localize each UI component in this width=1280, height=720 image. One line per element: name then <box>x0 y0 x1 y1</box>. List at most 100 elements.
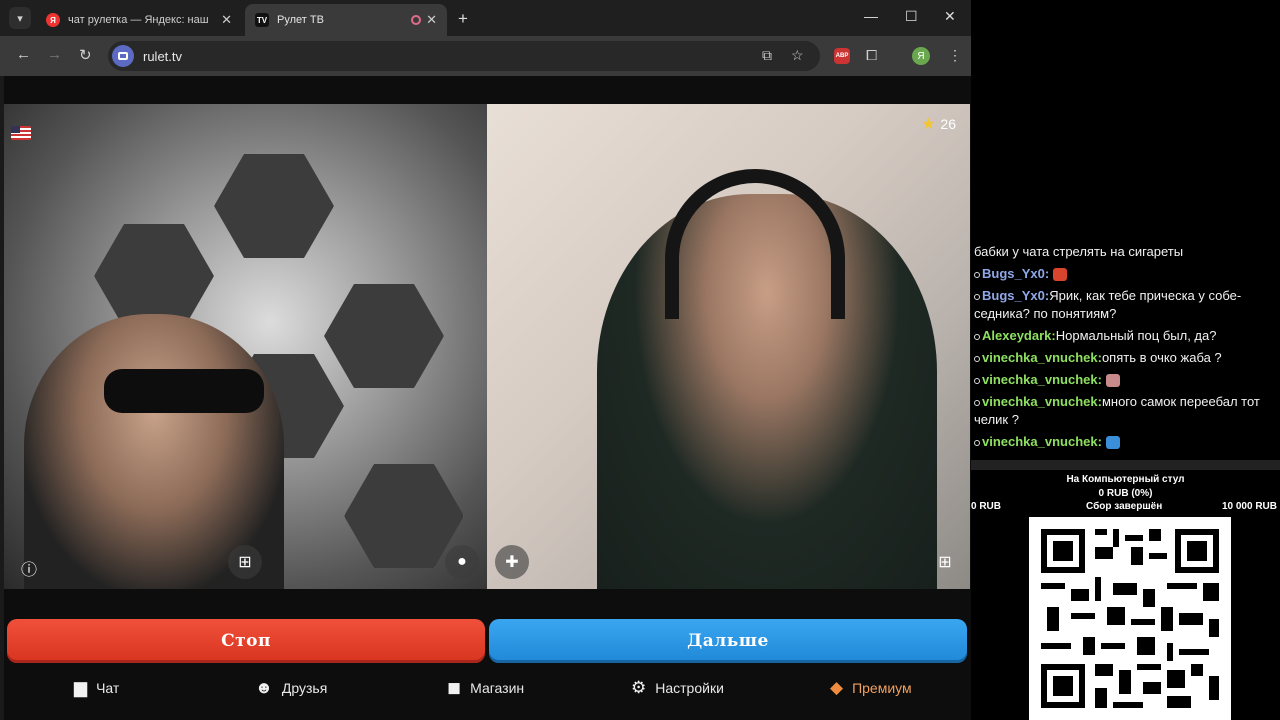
badge-dot-icon <box>974 399 980 406</box>
nav-premium[interactable]: ◆ Премиум <box>830 678 912 698</box>
page-content: ⓘ ⊞ ● ★ 26 ✚ ⊞ Стоп Дальше ▆ Чат ☻ Друзь… <box>4 76 971 720</box>
recording-icon <box>411 15 421 25</box>
qr-pattern <box>1041 529 1219 708</box>
goal-amount: 0 RUB (0%) <box>1098 488 1153 499</box>
tab-rulet[interactable]: TV Рулет ТВ ✕ <box>245 4 447 36</box>
chat-message: vinechka_vnuchek: <box>974 433 1280 451</box>
nav-label: Чат <box>96 680 120 696</box>
screen: ▾ Я чат рулетка — Яндекс: нашлось ✕ TV Р… <box>0 0 1280 720</box>
shopping-bag-icon: ◼ <box>447 678 462 697</box>
emote-icon <box>1105 374 1120 388</box>
premium-tag-icon: ◆ <box>830 678 844 697</box>
goal-title: На Компьютерный стул <box>1066 474 1185 485</box>
menu-kebab-icon[interactable]: ⋮ <box>948 47 962 64</box>
chat-username: Bugs_Yx0: <box>982 288 1050 303</box>
chat-username: vinechka_vnuchek: <box>982 394 1102 409</box>
goal-range: 0 RUB Сбор завершён 10 000 RUB <box>971 501 1280 514</box>
tab-yandex[interactable]: Я чат рулетка — Яндекс: нашлось ✕ <box>36 4 242 36</box>
close-icon[interactable]: ✕ <box>426 12 437 28</box>
tab-search-chevron-icon[interactable]: ▾ <box>9 7 31 29</box>
new-tab-plus-icon[interactable]: + <box>458 9 468 29</box>
minimize-icon[interactable]: — <box>864 8 878 24</box>
chat-message: бабки у чата стрелять на сигареты <box>974 243 1280 261</box>
nav-chat[interactable]: ▆ Чат <box>74 678 119 698</box>
profile-avatar[interactable]: Я <box>912 47 930 65</box>
friends-smile-icon: ☻ <box>255 678 273 697</box>
reload-icon[interactable]: ↻ <box>79 46 92 64</box>
headphones <box>665 169 845 319</box>
chat-message: vinechka_vnuchek:много самок переебал то… <box>974 393 1280 429</box>
back-arrow-icon[interactable]: ← <box>16 46 31 63</box>
hexagon-light <box>324 284 444 388</box>
badge-dot-icon <box>974 377 980 384</box>
badge-dot-icon <box>974 439 980 446</box>
forward-arrow-icon[interactable]: → <box>47 46 62 63</box>
chat-message: vinechka_vnuchek: <box>974 371 1280 389</box>
nav-shop[interactable]: ◼ Магазин <box>447 678 524 698</box>
nav-label: Настройки <box>655 680 724 696</box>
rating-badge: ★ 26 <box>921 114 956 134</box>
badge-dot-icon <box>974 271 980 278</box>
nav-settings[interactable]: ⚙ Настройки <box>631 678 724 698</box>
message-text: опять в очко жаба ? <box>1101 350 1222 365</box>
nav-label: Магазин <box>470 680 525 696</box>
chat-username: Bugs_Yx0: <box>982 266 1050 281</box>
donation-goal: На Компьютерный стул 0 RUB (0%) 0 RUB Сб… <box>971 474 1280 514</box>
overlay-divider <box>971 460 1280 470</box>
gift-icon[interactable]: ⊞ <box>928 545 962 579</box>
bookmark-star-icon[interactable]: ☆ <box>791 47 804 64</box>
tab-title: Рулет ТВ <box>277 14 324 26</box>
us-flag-icon <box>11 126 31 140</box>
url-text: rulet.tv <box>143 48 183 64</box>
goal-min: 0 RUB <box>971 501 1002 512</box>
emote-icon <box>1052 268 1067 282</box>
report-warning-icon[interactable]: ⓘ <box>12 551 46 585</box>
nav-friends[interactable]: ☻ Друзья <box>255 678 327 698</box>
stream-chat: бабки у чата стрелять на сигареты Bugs_Y… <box>974 243 1280 455</box>
close-icon[interactable]: ✕ <box>221 12 232 28</box>
chat-username: vinechka_vnuchek: <box>982 350 1102 365</box>
tab-bar: ▾ Я чат рулетка — Яндекс: нашлось ✕ TV Р… <box>0 0 971 36</box>
badge-dot-icon <box>974 355 980 362</box>
chat-username: vinechka_vnuchek: <box>982 434 1102 449</box>
gift-icon[interactable]: ⊞ <box>228 545 262 579</box>
emote-icon <box>1105 436 1120 450</box>
chat-bubble-icon: ▆ <box>74 678 88 697</box>
badge-dot-icon <box>974 333 980 340</box>
goal-max: 10 000 RUB <box>1221 501 1277 512</box>
chat-username: Alexeydark: <box>982 328 1056 343</box>
install-app-icon[interactable]: ⧉ <box>762 47 772 64</box>
star-icon: ★ <box>921 116 936 133</box>
message-text: бабки у чата стрелять на сигареты <box>974 244 1184 259</box>
maximize-icon[interactable]: ☐ <box>905 8 918 25</box>
chat-message: vinechka_vnuchek:опять в очко жаба ? <box>974 349 1280 367</box>
nav-label: Премиум <box>852 680 912 696</box>
rulet-favicon-icon: TV <box>255 13 269 27</box>
chat-message: Bugs_Yx0:Ярик, как тебе прическа у собе-… <box>974 287 1280 323</box>
site-info-icon[interactable] <box>112 45 134 67</box>
browser-toolbar: ← → ↻ rulet.tv ⧉ ☆ ABP ⧠ Я ⋮ <box>0 36 971 76</box>
yandex-favicon-icon: Я <box>46 13 60 27</box>
hexagon-light <box>214 154 334 258</box>
stream-overlay: бабки у чата стрелять на сигареты Bugs_Y… <box>971 0 1280 720</box>
browser-window: ▾ Я чат рулетка — Яндекс: нашлось ✕ TV Р… <box>0 0 971 720</box>
hexagon-light <box>344 464 464 568</box>
window-close-icon[interactable]: ✕ <box>944 8 956 25</box>
goal-status: Сбор завершён <box>1086 501 1163 512</box>
local-video: ⓘ ⊞ ● <box>4 104 487 589</box>
bottom-nav: ▆ Чат ☻ Друзья ◼ Магазин ⚙ Настройки ◆ П… <box>4 668 971 712</box>
hexagon-light <box>94 224 214 328</box>
gamepad-icon[interactable]: ✚ <box>495 545 529 579</box>
address-bar[interactable]: rulet.tv <box>108 41 820 71</box>
chat-username: vinechka_vnuchek: <box>982 372 1102 387</box>
star-count: 26 <box>940 116 956 132</box>
stop-button[interactable]: Стоп <box>7 619 485 663</box>
sunglasses <box>104 369 264 413</box>
adblock-extension-icon[interactable]: ABP <box>834 48 850 64</box>
partner-video: ★ 26 ✚ ⊞ <box>487 104 970 589</box>
message-text: Нормальный поц был, да? <box>1055 328 1217 343</box>
donation-qr-code <box>1029 517 1231 720</box>
extensions-puzzle-icon[interactable]: ⧠ <box>866 47 877 64</box>
profile-person-icon[interactable]: ● <box>445 545 479 579</box>
next-button[interactable]: Дальше <box>489 619 967 663</box>
